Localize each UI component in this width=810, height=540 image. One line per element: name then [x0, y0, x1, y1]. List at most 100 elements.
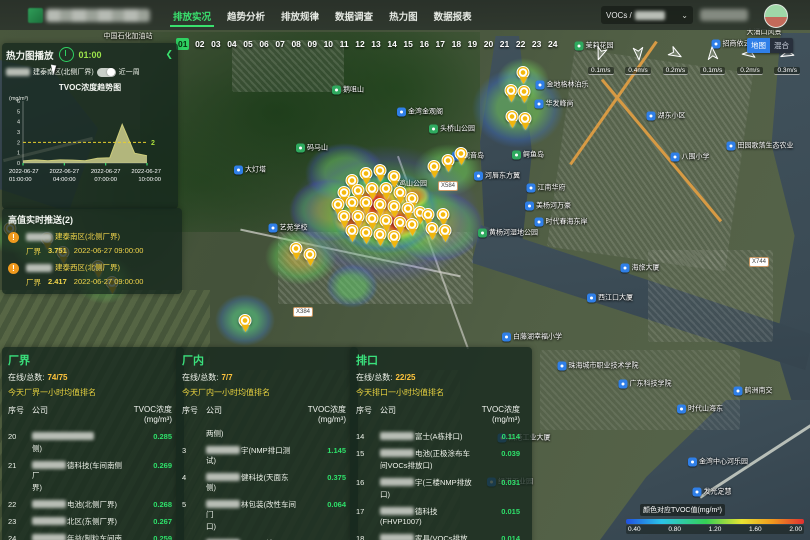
- row-wrap-text: 间VOCs排放口): [380, 461, 472, 471]
- nav-tab[interactable]: 热力图: [388, 1, 419, 30]
- monitor-pin[interactable]: [373, 164, 388, 184]
- monitor-pin[interactable]: [405, 218, 420, 238]
- legend-title: 颜色对应TVOC值(mg/m³): [640, 504, 725, 516]
- legend-tick: 1.60: [749, 526, 762, 533]
- hour-item[interactable]: 09: [307, 38, 318, 50]
- range-label: 近一周: [119, 67, 140, 77]
- monitor-pin[interactable]: [345, 224, 360, 244]
- avatar[interactable]: [764, 4, 788, 28]
- tvoc-trend-chart: (mg/m³)012345622022-06-2701:00:002022-06…: [6, 93, 174, 194]
- svg-text:10:00:00: 10:00:00: [138, 177, 161, 183]
- company-redacted: [380, 534, 414, 540]
- hour-item[interactable]: 17: [435, 38, 446, 50]
- table-row[interactable]: 16宇(三楼NMP排放0.031口): [356, 478, 526, 500]
- hour-item[interactable]: 23: [531, 38, 542, 50]
- hour-item[interactable]: 06: [258, 38, 269, 50]
- hour-item[interactable]: 07: [274, 38, 285, 50]
- nav-tab[interactable]: 数据报表: [433, 1, 473, 30]
- monitor-pin[interactable]: [518, 112, 533, 132]
- vocs-value-redacted: [635, 11, 665, 20]
- panel-title: 厂内: [182, 352, 352, 368]
- hour-item[interactable]: 11: [339, 38, 350, 50]
- table-row[interactable]: 21德科技(车间南侧厂0.269界): [8, 461, 178, 493]
- wind-speed: 0.1m/s: [700, 67, 726, 75]
- row-wrap-text: 口): [206, 522, 298, 532]
- hour-item[interactable]: 01: [176, 38, 189, 50]
- table-row[interactable]: 22电池(北侧厂界)0.268: [8, 500, 178, 510]
- table-row[interactable]: 3宇(NMP排口测试)1.145: [182, 446, 352, 466]
- nav-tabs: 排放实况趋势分析排放规律数据调查热力图数据报表: [172, 0, 473, 30]
- monitor-pin[interactable]: [427, 160, 442, 180]
- monitor-pin[interactable]: [359, 226, 374, 246]
- maptype-switch: 地图混合: [747, 38, 793, 53]
- wind-arrow-icon: [593, 46, 608, 66]
- monitor-pin[interactable]: [387, 230, 402, 250]
- table-row[interactable]: 200.285侧): [8, 432, 178, 454]
- monitor-pin[interactable]: [454, 147, 469, 167]
- hour-item[interactable]: 21: [499, 38, 510, 50]
- table-row[interactable]: 14富士(A栋排口)0.114: [356, 432, 526, 442]
- hour-item[interactable]: 18: [451, 38, 462, 50]
- wind-arrow-icon: [668, 46, 683, 66]
- play-button[interactable]: [59, 47, 74, 62]
- legend-gradient-bar: [626, 519, 804, 524]
- nav-tab[interactable]: 排放规律: [280, 1, 320, 30]
- monitor-pin[interactable]: [438, 224, 453, 244]
- maptype-button[interactable]: 地图: [747, 38, 770, 53]
- table-row[interactable]: 24年益(制粒车间南0.259侧): [8, 534, 178, 540]
- collapse-chevron-icon[interactable]: ❮: [165, 49, 174, 60]
- table-row[interactable]: 23北区(东侧厂界)0.267: [8, 517, 178, 527]
- push-item[interactable]: !建泰南区(北侧厂界)厂界3.7512022-06-27 09:00:00: [8, 231, 176, 257]
- wind-arrow-icon: [631, 46, 646, 66]
- top-navbar: 排放实况趋势分析排放规律数据调查热力图数据报表 VOCs / ⌄: [0, 0, 810, 30]
- vocs-selector[interactable]: VOCs / ⌄: [601, 6, 693, 24]
- hour-item[interactable]: 24: [547, 38, 558, 50]
- hour-item[interactable]: 15: [402, 38, 413, 50]
- online-count: 在线/总数:7/7: [182, 372, 352, 383]
- online-count: 在线/总数:74/75: [8, 372, 178, 383]
- table-row[interactable]: 18家具(VOCs排放0.014: [356, 534, 526, 540]
- maptype-button[interactable]: 混合: [770, 38, 793, 53]
- svg-text:5: 5: [17, 109, 20, 115]
- hour-item[interactable]: 02: [194, 38, 205, 50]
- svg-text:04:00:00: 04:00:00: [53, 177, 76, 183]
- hour-item[interactable]: 14: [386, 38, 397, 50]
- svg-text:3: 3: [17, 130, 20, 136]
- company-redacted: [32, 517, 66, 525]
- svg-text:2022-06-27: 2022-06-27: [91, 169, 121, 175]
- hour-item[interactable]: 12: [354, 38, 365, 50]
- hour-item[interactable]: 10: [323, 38, 334, 50]
- svg-text:2: 2: [17, 140, 20, 146]
- ranking-panel: 厂内在线/总数:7/7今天厂内一小时均值排名序号公司TVOC浓度(mg/m³)两…: [176, 347, 358, 540]
- company-redacted: [206, 500, 240, 508]
- wind-speed: 0.2m/s: [737, 67, 763, 75]
- hour-item[interactable]: 03: [210, 38, 221, 50]
- company-redacted: [26, 233, 52, 241]
- monitor-pin[interactable]: [516, 66, 531, 86]
- range-toggle[interactable]: [97, 68, 116, 77]
- table-row[interactable]: 4健科技(天面东侧)0.375: [182, 473, 352, 493]
- table-row[interactable]: 5林包装(改性车间门0.064口): [182, 500, 352, 532]
- hour-item[interactable]: 20: [483, 38, 494, 50]
- monitor-pin[interactable]: [303, 248, 318, 268]
- hour-item[interactable]: 08: [290, 38, 301, 50]
- hour-item[interactable]: 22: [515, 38, 526, 50]
- table-row[interactable]: 15电池(正极涂布车0.039间VOCs排放口): [356, 449, 526, 471]
- monitor-pin[interactable]: [373, 228, 388, 248]
- monitor-pin[interactable]: [517, 85, 532, 105]
- hour-item[interactable]: 05: [242, 38, 253, 50]
- monitor-pin[interactable]: [289, 242, 304, 262]
- nav-tab[interactable]: 排放实况: [172, 1, 212, 30]
- hour-item[interactable]: 13: [370, 38, 381, 50]
- nav-tab[interactable]: 趋势分析: [226, 1, 266, 30]
- row-wrap-text: 界): [32, 483, 124, 493]
- nav-tab[interactable]: 数据调查: [334, 1, 374, 30]
- hour-item[interactable]: 19: [467, 38, 478, 50]
- panel-title: 热力图播放: [6, 48, 54, 62]
- panel-title: 排口: [356, 352, 526, 368]
- table-row[interactable]: 17德科技(FHVP1007)0.015: [356, 507, 526, 527]
- monitor-pin[interactable]: [238, 314, 253, 334]
- hour-item[interactable]: 04: [226, 38, 237, 50]
- hour-item[interactable]: 16: [418, 38, 429, 50]
- push-item[interactable]: !建泰西区(北侧厂界)厂界2.4172022-06-27 09:00:00: [8, 262, 176, 288]
